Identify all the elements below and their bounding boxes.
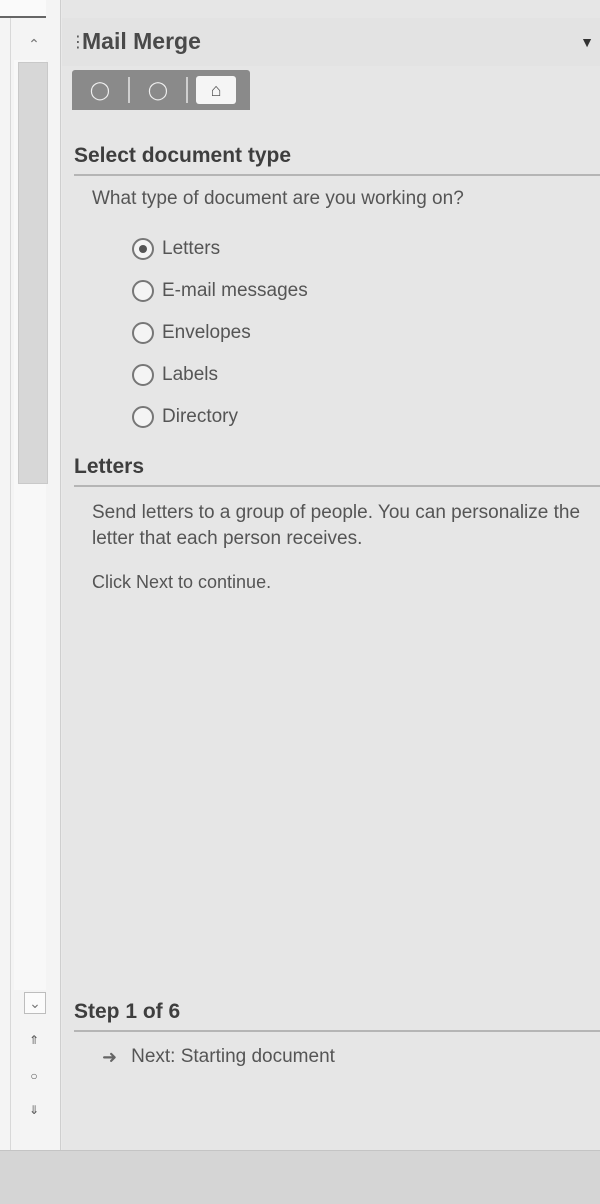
mail-merge-task-pane: ⋮ Mail Merge ▼ ◯ ◯ ⌂ Select document typ… <box>62 0 600 1150</box>
tab-separator <box>128 77 130 103</box>
scrollbar-thumb[interactable] <box>18 62 48 484</box>
forward-icon[interactable]: ◯ <box>138 75 178 105</box>
click-next-hint: Click Next to continue. <box>92 572 272 592</box>
radio-button[interactable] <box>132 406 154 428</box>
section-title-letters: Letters <box>74 455 600 487</box>
scrollbar-border <box>10 0 11 1150</box>
pane-header: ⋮ Mail Merge ▼ <box>62 18 600 66</box>
pane-title: Mail Merge <box>82 28 201 54</box>
next-link-label: Next: Starting document <box>131 1046 335 1067</box>
previous-page-icon[interactable]: ⇑ <box>24 1030 44 1050</box>
radio-email-messages[interactable]: E-mail messages <box>132 270 308 312</box>
radio-label: Envelopes <box>162 322 251 343</box>
radio-labels[interactable]: Labels <box>132 354 308 396</box>
document-type-question: What type of document are you working on… <box>92 188 464 209</box>
radio-label: E-mail messages <box>162 280 308 301</box>
radio-button[interactable] <box>132 280 154 302</box>
section-title-select-type: Select document type <box>74 144 600 176</box>
select-browse-object-icon[interactable]: ○ <box>24 1066 44 1086</box>
scroll-up-icon[interactable]: ⌃ <box>24 34 44 54</box>
radio-label: Directory <box>162 406 239 427</box>
radio-label: Letters <box>162 238 221 259</box>
letters-description: Send letters to a group of people. You c… <box>92 502 581 549</box>
next-starting-document-link[interactable]: ➜ Next: Starting document <box>102 1046 335 1068</box>
step-indicator: Step 1 of 6 <box>74 1000 600 1032</box>
radio-directory[interactable]: Directory <box>132 396 308 438</box>
radio-button[interactable] <box>132 322 154 344</box>
vertical-scrollbar[interactable]: ⌃ ⌄ ⇑ ○ ⇓ <box>0 0 61 1150</box>
arrow-right-icon: ➜ <box>102 1046 118 1067</box>
radio-letters[interactable]: Letters <box>132 228 308 270</box>
radio-button[interactable] <box>132 364 154 386</box>
home-icon[interactable]: ⌂ <box>196 76 236 104</box>
back-icon[interactable]: ◯ <box>80 75 120 105</box>
scroll-down-icon[interactable]: ⌄ <box>24 992 46 1014</box>
next-page-icon[interactable]: ⇓ <box>24 1100 44 1120</box>
document-type-radio-group: Letters E-mail messages Envelopes Labels… <box>132 228 308 438</box>
status-bar <box>0 1150 600 1204</box>
radio-button-selected[interactable] <box>132 238 154 260</box>
scrollbar-top-cap <box>0 0 46 18</box>
pane-options-dropdown-icon[interactable]: ▼ <box>580 34 594 50</box>
tab-separator <box>186 77 188 103</box>
pane-navigation-tabs: ◯ ◯ ⌂ <box>72 70 250 110</box>
radio-envelopes[interactable]: Envelopes <box>132 312 308 354</box>
radio-label: Labels <box>162 364 218 385</box>
